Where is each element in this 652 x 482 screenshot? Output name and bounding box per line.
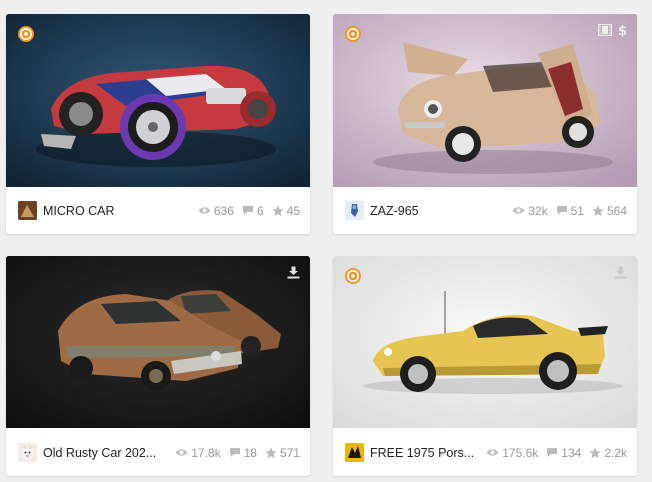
film-icon	[598, 24, 612, 36]
comments-stat: 6	[242, 204, 264, 218]
likes-stat: 564	[592, 204, 627, 218]
download-icon	[287, 266, 300, 279]
model-stats: 32k 51 564	[504, 204, 627, 218]
comments-count: 134	[561, 445, 582, 460]
model-stats: 636 6 45	[190, 204, 300, 218]
card-footer: FREE 1975 Pors... 175.6k 134 2.2k	[333, 429, 637, 476]
likes-stat: 45	[272, 204, 300, 218]
eye-icon	[198, 207, 211, 214]
card-footer: MICRO CAR 636 6 45	[6, 187, 310, 234]
views-count: 17.8k	[191, 445, 221, 460]
comment-icon	[242, 206, 253, 215]
likes-count: 45	[286, 203, 300, 218]
model-card[interactable]: Old Rusty Car 202... 17.8k 18 571	[6, 256, 310, 476]
zaz-965-image	[333, 14, 637, 187]
staff-pick-badge	[16, 24, 36, 44]
star-icon	[265, 447, 277, 458]
model-title[interactable]: MICRO CAR	[43, 204, 190, 218]
views-stat: 636	[198, 204, 234, 218]
download-icon	[614, 266, 627, 279]
model-thumbnail[interactable]	[6, 14, 310, 187]
staff-pick-icon	[345, 26, 361, 42]
likes-count: 2.2k	[604, 445, 627, 460]
eye-icon	[486, 449, 499, 456]
porsche-1975-image	[333, 256, 637, 428]
staff-pick-icon	[18, 26, 34, 42]
author-avatar[interactable]	[345, 443, 364, 462]
comments-count: 6	[256, 203, 264, 218]
staff-pick-badge	[343, 266, 363, 286]
likes-stat: 2.2k	[589, 446, 627, 460]
views-count: 175.6k	[502, 445, 539, 460]
price-dollar-icon: $	[618, 24, 627, 37]
model-thumbnail[interactable]: $	[333, 14, 637, 187]
author-avatar[interactable]	[18, 201, 37, 220]
likes-stat: 571	[265, 446, 300, 460]
model-title[interactable]: Old Rusty Car 202...	[43, 446, 167, 460]
model-stats: 17.8k 18 571	[167, 446, 300, 460]
views-stat: 175.6k	[486, 446, 538, 460]
eye-icon	[175, 449, 188, 456]
comment-icon	[229, 448, 240, 457]
star-icon	[589, 447, 601, 458]
model-thumbnail[interactable]	[6, 256, 310, 428]
model-stats: 175.6k 134 2.2k	[478, 446, 627, 460]
comments-stat: 18	[229, 446, 257, 460]
model-card[interactable]: MICRO CAR 636 6 45	[6, 14, 310, 234]
author-avatar[interactable]	[345, 201, 364, 220]
model-thumbnail[interactable]	[333, 256, 637, 428]
model-flags	[287, 266, 300, 279]
likes-count: 571	[279, 445, 300, 460]
model-flags: $	[598, 23, 627, 37]
card-footer: Old Rusty Car 202... 17.8k 18 571	[6, 429, 310, 476]
views-stat: 32k	[512, 203, 548, 218]
comments-count: 51	[570, 203, 584, 218]
eye-icon	[512, 207, 525, 214]
author-avatar[interactable]	[18, 443, 37, 462]
comment-icon	[556, 206, 567, 215]
model-card[interactable]: FREE 1975 Pors... 175.6k 134 2.2k	[333, 256, 637, 476]
svg-text:$: $	[618, 24, 627, 37]
model-title[interactable]: FREE 1975 Pors...	[370, 446, 478, 460]
model-flags	[614, 266, 627, 279]
star-icon	[272, 205, 284, 216]
model-title[interactable]: ZAZ-965	[370, 204, 504, 218]
views-stat: 17.8k	[175, 445, 221, 460]
model-card[interactable]: $ ZAZ-965 32k 51 564	[333, 14, 637, 234]
views-count: 32k	[528, 203, 548, 218]
star-icon	[592, 205, 604, 216]
likes-count: 564	[606, 203, 627, 218]
comment-icon	[547, 448, 558, 457]
old-rusty-car-image	[6, 256, 310, 428]
comments-count: 18	[243, 445, 257, 460]
card-footer: ZAZ-965 32k 51 564	[333, 187, 637, 234]
comments-stat: 134	[546, 446, 581, 460]
comments-stat: 51	[556, 204, 584, 218]
views-count: 636	[213, 203, 234, 218]
staff-pick-icon	[345, 268, 361, 284]
micro-car-image	[6, 14, 310, 187]
staff-pick-badge	[343, 24, 363, 44]
